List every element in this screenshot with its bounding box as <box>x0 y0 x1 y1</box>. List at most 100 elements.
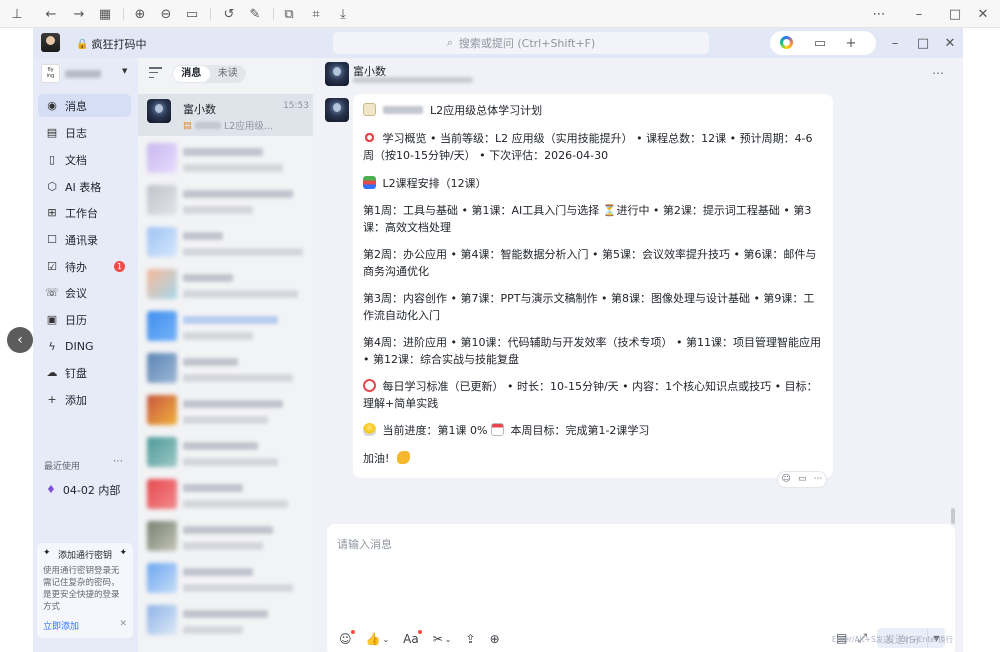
zoom-out-icon[interactable]: ⊖ <box>157 5 175 23</box>
screenshot-icon[interactable]: ⌗ <box>307 5 325 23</box>
add-passkey-link[interactable]: 立即添加 <box>43 619 79 632</box>
apps-icon: ⊞ <box>47 206 57 219</box>
recent-item[interactable]: ♦ 04-02 内部 <box>38 478 131 501</box>
maximize-icon[interactable]: □ <box>913 32 933 54</box>
fit-icon[interactable]: ▭ <box>183 5 201 23</box>
cheer-text: 加油! <box>363 452 390 465</box>
search-placeholder: 搜索或提问 (Ctrl+Shift+F) <box>458 37 596 50</box>
rotate-icon[interactable]: ↺ <box>220 5 238 23</box>
text-format-icon[interactable]: Aa <box>403 630 422 646</box>
message-input[interactable] <box>337 534 937 554</box>
nav-item-add[interactable]: + 添加 <box>38 388 131 411</box>
redacted-name <box>183 190 293 198</box>
workspace-logo[interactable]: fly ing <box>41 64 60 83</box>
chat-preview: ▤ L2应用级... <box>183 118 273 133</box>
week-4: 第4周：进阶应用 • 第10课：代码辅助与开发效率（技术专项） • 第11课：项… <box>363 336 821 366</box>
global-search[interactable]: ⌕ 搜索或提问 (Ctrl+Shift+F) <box>333 32 709 54</box>
chat-row-active[interactable]: 富小数 15:53 ▤ L2应用级... <box>138 94 313 136</box>
filter-icon[interactable] <box>149 67 162 78</box>
screen-share-icon[interactable]: ▭ <box>810 32 830 54</box>
message-title: L2应用级总体学习计划 <box>430 104 543 117</box>
reply-icon[interactable]: ▭ <box>798 471 807 488</box>
upload-folder-icon[interactable]: ⇪ <box>466 632 476 646</box>
nav-item-messages[interactable]: ◉ 消息 <box>38 94 131 117</box>
avatar <box>147 99 171 123</box>
tab-unread[interactable]: 未读 <box>210 66 247 82</box>
send-hint: Enter/Alt+S发送，Ctrl+Enter换行 <box>831 635 953 644</box>
chat-row-redacted[interactable] <box>138 180 313 222</box>
avatar <box>147 227 177 257</box>
chat-row-redacted[interactable] <box>138 138 313 180</box>
reaction-icon[interactable]: ☺ <box>782 471 791 488</box>
chat-row-redacted[interactable] <box>138 474 313 516</box>
nav-item-todo[interactable]: ☑ 待办 1 <box>38 255 131 278</box>
week-1: 第1周：工具与基础 • 第1课：AI工具入门与选择 ⏳进行中 • 第2课：提示词… <box>363 204 812 234</box>
search-icon: ⌕ <box>446 36 453 49</box>
copy-icon[interactable]: ⧉ <box>280 5 298 23</box>
workspace-name[interactable] <box>65 70 101 78</box>
redacted-name <box>183 610 268 618</box>
nav-item-drive[interactable]: ☁ 钉盘 <box>38 361 131 384</box>
recent-item-label: 04-02 内部 <box>62 483 121 497</box>
pin-icon[interactable]: ⊥ <box>8 5 26 23</box>
scrollbar[interactable] <box>951 508 955 524</box>
minimize-icon[interactable]: – <box>910 5 928 23</box>
like-icon[interactable]: 👍 ⌄ <box>366 632 390 646</box>
chat-row-redacted[interactable] <box>138 390 313 432</box>
maximize-icon[interactable]: □ <box>946 5 964 23</box>
ai-assistant-icon[interactable] <box>780 36 793 49</box>
chat-row-redacted[interactable] <box>138 600 313 642</box>
emoji-icon[interactable]: ☺ <box>339 630 355 646</box>
chat-pane: 富小数 ⋯ L2应用级总体学习计划 学习概览 • 当前等级：L2 应用级（实用技… <box>313 58 963 652</box>
more-icon[interactable]: ⋯ <box>813 471 822 488</box>
schedule-title: L2课程安排（12课） <box>382 177 487 190</box>
nav-item-ai-table[interactable]: ⬡ AI 表格 <box>38 175 131 198</box>
add-circle-icon[interactable]: ⊕ <box>490 632 500 646</box>
redacted-preview <box>183 542 263 550</box>
flexed-biceps-icon <box>396 451 410 464</box>
nav-item-docs[interactable]: ▯ 文档 <box>38 148 131 171</box>
previous-arrow-icon[interactable]: ‹ <box>7 327 33 353</box>
back-icon[interactable]: ← <box>42 5 60 23</box>
zoom-in-icon[interactable]: ⊕ <box>131 5 149 23</box>
redacted-preview <box>183 458 278 466</box>
chat-row-redacted[interactable] <box>138 348 313 390</box>
tab-messages[interactable]: 消息 <box>173 66 210 82</box>
cheer-line: 加油! <box>363 450 823 467</box>
chat-row-redacted[interactable] <box>138 516 313 558</box>
nav-item-label: 日志 <box>65 126 87 140</box>
redacted-name <box>183 232 223 240</box>
chat-row-redacted[interactable] <box>138 222 313 264</box>
grid-icon[interactable]: ▦ <box>96 5 114 23</box>
chevron-down-icon[interactable]: ▼ <box>122 67 127 75</box>
avatar[interactable] <box>41 33 60 52</box>
nav-item-contacts[interactable]: ☐ 通讯录 <box>38 228 131 251</box>
chat-row-redacted[interactable] <box>138 558 313 600</box>
download-icon[interactable]: ⤓ <box>334 5 352 23</box>
edit-icon[interactable]: ✎ <box>246 5 264 23</box>
chat-row-redacted[interactable] <box>138 306 313 348</box>
chat-row-redacted[interactable] <box>138 432 313 474</box>
sender-avatar[interactable] <box>325 98 349 122</box>
nav-item-meeting[interactable]: ☏ 会议 <box>38 281 131 304</box>
chat-row-redacted[interactable] <box>138 264 313 306</box>
nav-item-calendar[interactable]: ▣ 日历 <box>38 308 131 331</box>
window-tab[interactable]: 🔒 疯狂打码中 <box>76 36 146 52</box>
nav-item-ding[interactable]: ϟ DING <box>38 335 131 358</box>
more-icon[interactable]: ⋯ <box>870 5 888 23</box>
more-icon[interactable]: ⋯ <box>113 456 123 467</box>
daily-text: 每日学习标准（已更新） • 时长：10-15分钟/天 • 内容：1个核心知识点或… <box>363 380 818 410</box>
forward-icon[interactable]: → <box>70 5 88 23</box>
close-icon[interactable]: ✕ <box>119 619 127 632</box>
avatar <box>147 143 177 173</box>
week-3: 第3周：内容创作 • 第7课：PPT与演示文稿制作 • 第8课：图像处理与设计基… <box>363 292 815 322</box>
more-icon[interactable]: ⋯ <box>932 66 945 80</box>
nav-item-log[interactable]: ▤ 日志 <box>38 121 131 144</box>
avatar[interactable] <box>325 62 349 86</box>
scissors-icon[interactable]: ✂ ⌄ <box>433 632 452 646</box>
nav-item-workbench[interactable]: ⊞ 工作台 <box>38 201 131 224</box>
minimize-icon[interactable]: – <box>885 32 905 54</box>
add-icon[interactable]: + <box>841 32 861 54</box>
close-icon[interactable]: ✕ <box>940 32 960 54</box>
close-icon[interactable]: ✕ <box>974 5 992 23</box>
